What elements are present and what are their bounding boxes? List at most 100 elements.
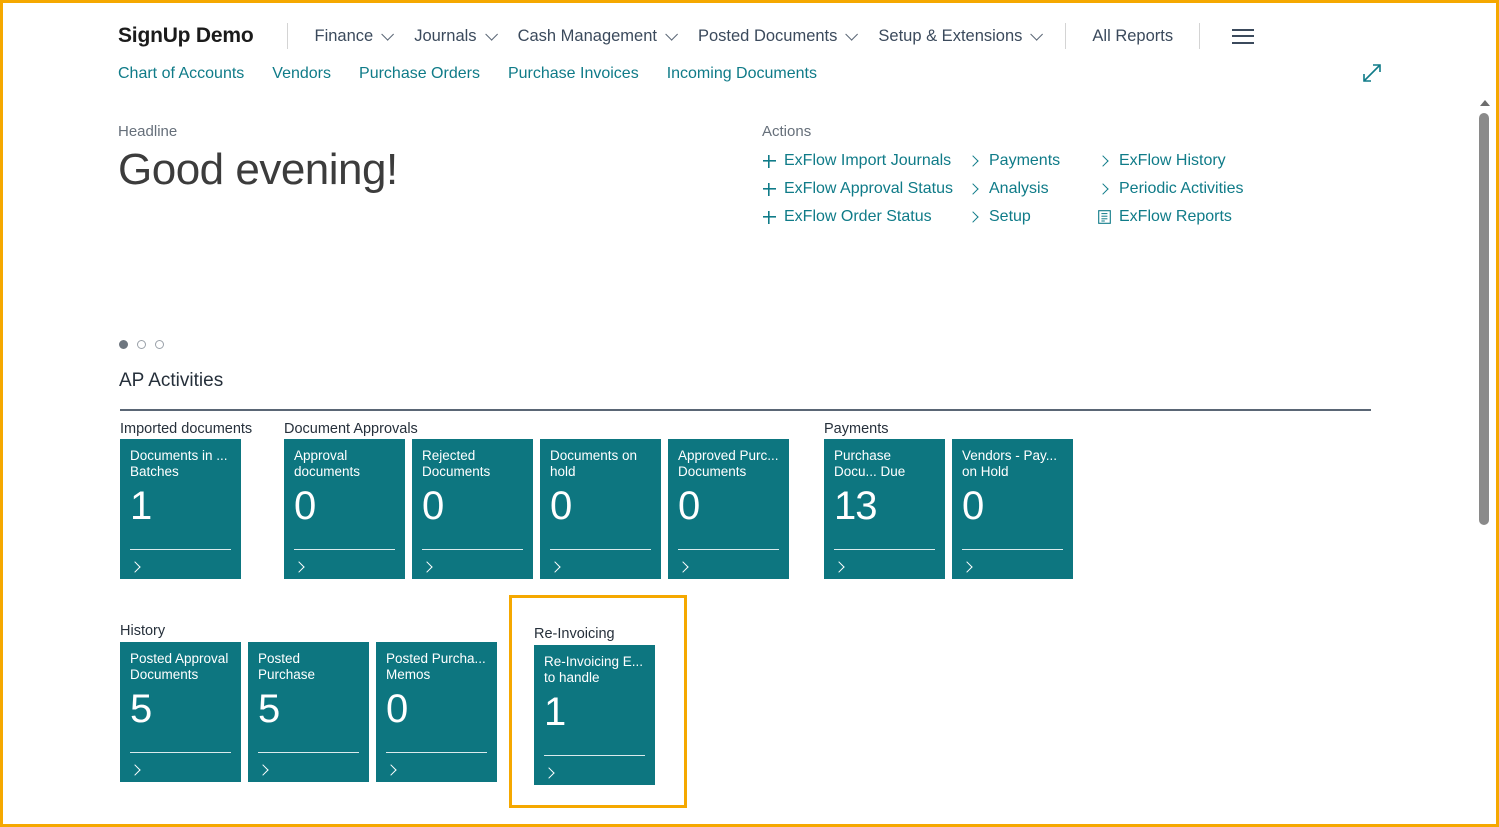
section-divider: [120, 409, 1371, 411]
menu-posted-documents[interactable]: Posted Documents: [686, 23, 866, 50]
chevron-right-icon[interactable]: [385, 764, 396, 775]
menu-setup-extensions[interactable]: Setup & Extensions: [866, 23, 1051, 50]
chevron-right-icon: [1097, 181, 1111, 197]
chevron-down-icon: [846, 28, 859, 41]
chevron-right-icon[interactable]: [543, 767, 554, 778]
secondary-menu-row: Chart of Accounts Vendors Purchase Order…: [118, 61, 845, 87]
subnav-vendors[interactable]: Vendors: [272, 61, 345, 87]
group-label-history: History: [120, 623, 165, 639]
subnav-purchase-invoices[interactable]: Purchase Invoices: [508, 61, 653, 87]
group-label-document-approvals: Document Approvals: [284, 421, 418, 437]
report-icon: [1097, 209, 1111, 225]
tile-approval-documents[interactable]: Approval documents 0: [284, 439, 405, 579]
tile-documents-in-batches[interactable]: Documents in ... Batches 1: [120, 439, 241, 579]
action-exflow-approval-status[interactable]: ExFlow Approval Status: [762, 175, 967, 203]
actions-column-3: ExFlow History Periodic Activities: [1097, 147, 1277, 231]
action-label: ExFlow Order Status: [784, 208, 932, 226]
action-exflow-import-journals[interactable]: ExFlow Import Journals: [762, 147, 967, 175]
tile-value: 0: [550, 483, 651, 529]
actions-label: Actions: [762, 123, 811, 140]
tile-divider: [422, 549, 523, 550]
page-content: Headline Good evening! Actions ExFlow Im…: [3, 95, 1496, 824]
menu-finance[interactable]: Finance: [302, 23, 402, 50]
tile-divider: [834, 549, 935, 550]
tile-value: 0: [422, 483, 523, 529]
tile-caption: Documents on hold: [550, 448, 651, 481]
tile-rejected-documents[interactable]: Rejected Documents 0: [412, 439, 533, 579]
tile-caption: Posted Purcha... Memos: [386, 651, 487, 684]
chevron-right-icon: [1097, 153, 1111, 169]
carousel-dot-1[interactable]: [119, 340, 128, 349]
scroll-up-arrow-icon[interactable]: [1480, 100, 1490, 106]
carousel-dot-2[interactable]: [137, 340, 146, 349]
tile-divider: [550, 549, 651, 550]
chevron-down-icon: [665, 28, 678, 41]
chevron-right-icon: [967, 181, 981, 197]
menu-cash-management[interactable]: Cash Management: [506, 23, 686, 50]
tile-posted-purchase-memos[interactable]: Posted Purcha... Memos 0: [376, 642, 497, 782]
tile-divider: [130, 752, 231, 753]
chevron-right-icon[interactable]: [293, 561, 304, 572]
subnav-chart-of-accounts[interactable]: Chart of Accounts: [118, 61, 258, 87]
tile-value: 0: [294, 483, 395, 529]
group-label-re-invoicing: Re-Invoicing: [534, 626, 615, 642]
action-label: ExFlow History: [1119, 152, 1226, 170]
tile-approved-purchase-documents[interactable]: Approved Purc... Documents 0: [668, 439, 789, 579]
actions-column-2: Payments Analysis Setup: [967, 147, 1097, 231]
tile-value: 5: [130, 686, 231, 732]
action-label: ExFlow Import Journals: [784, 152, 951, 170]
tile-divider: [258, 752, 359, 753]
action-analysis[interactable]: Analysis: [967, 175, 1097, 203]
chevron-right-icon[interactable]: [257, 764, 268, 775]
menu-setup-extensions-label: Setup & Extensions: [878, 27, 1022, 46]
re-invoicing-highlight-box: Re-Invoicing Re-Invoicing E... to handle…: [509, 595, 687, 808]
tile-value: 1: [544, 689, 645, 735]
tile-posted-purchase-invoices[interactable]: Posted Purchase Invoices 5: [248, 642, 369, 782]
tile-posted-approval-documents[interactable]: Posted Approval Documents 5: [120, 642, 241, 782]
action-periodic-activities[interactable]: Periodic Activities: [1097, 175, 1277, 203]
subnav-incoming-documents[interactable]: Incoming Documents: [667, 61, 831, 87]
chevron-right-icon[interactable]: [129, 764, 140, 775]
carousel-dot-3[interactable]: [155, 340, 164, 349]
expand-diagonal-icon[interactable]: [1360, 61, 1384, 85]
menu-all-reports[interactable]: All Reports: [1080, 23, 1185, 50]
chevron-right-icon: [967, 153, 981, 169]
tile-value: 0: [962, 483, 1063, 529]
chevron-right-icon[interactable]: [549, 561, 560, 572]
vertical-scrollbar[interactable]: [1476, 95, 1493, 821]
actions-list: ExFlow Import Journals ExFlow Approval S…: [762, 147, 1277, 231]
tile-vendors-payments-on-hold[interactable]: Vendors - Pay... on Hold 0: [952, 439, 1073, 579]
chevron-right-icon[interactable]: [677, 561, 688, 572]
action-exflow-order-status[interactable]: ExFlow Order Status: [762, 203, 967, 231]
tile-purchase-documents-due-today[interactable]: Purchase Docu... Due Today 13: [824, 439, 945, 579]
action-label: Analysis: [989, 180, 1049, 198]
hamburger-icon[interactable]: [1232, 29, 1254, 44]
menu-journals[interactable]: Journals: [402, 23, 505, 50]
action-setup[interactable]: Setup: [967, 203, 1097, 231]
chevron-right-icon[interactable]: [129, 561, 140, 572]
headline-label: Headline: [118, 123, 177, 140]
menu-cash-management-label: Cash Management: [518, 27, 657, 46]
menu-posted-documents-label: Posted Documents: [698, 27, 837, 46]
scrollbar-thumb[interactable]: [1479, 113, 1489, 525]
section-title-ap-activities: AP Activities: [119, 370, 223, 392]
tile-caption: Approved Purc... Documents: [678, 448, 779, 481]
subnav-purchase-orders[interactable]: Purchase Orders: [359, 61, 494, 87]
tile-documents-on-hold[interactable]: Documents on hold 0: [540, 439, 661, 579]
action-exflow-reports[interactable]: ExFlow Reports: [1097, 203, 1277, 231]
action-payments[interactable]: Payments: [967, 147, 1097, 175]
top-navigation-bar: SignUp Demo Finance Journals Cash Manage…: [3, 3, 1496, 93]
action-exflow-history[interactable]: ExFlow History: [1097, 147, 1277, 175]
chevron-down-icon: [381, 28, 394, 41]
tile-re-invoicing-entries-to-handle[interactable]: Re-Invoicing E... to handle 1: [534, 645, 655, 785]
tile-caption: Purchase Docu... Due Today: [834, 448, 935, 481]
chevron-right-icon[interactable]: [833, 561, 844, 572]
chevron-right-icon[interactable]: [961, 561, 972, 572]
chevron-right-icon[interactable]: [421, 561, 432, 572]
company-name[interactable]: SignUp Demo: [118, 24, 273, 48]
tile-divider: [294, 549, 395, 550]
tile-caption: Posted Purchase Invoices: [258, 651, 359, 684]
chevron-down-icon: [485, 28, 498, 41]
plus-icon: [762, 153, 776, 169]
nav-divider: [1065, 23, 1066, 49]
